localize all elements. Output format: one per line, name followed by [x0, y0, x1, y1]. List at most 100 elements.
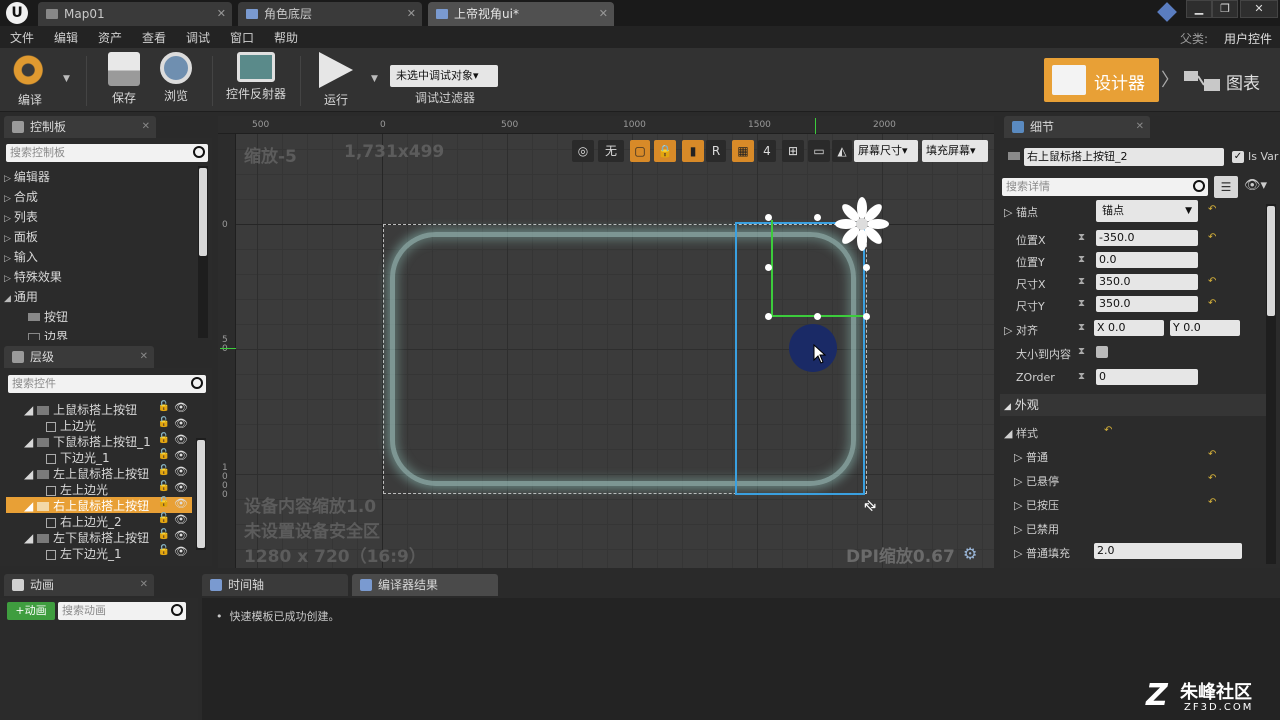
lock-icon[interactable]: 🔓: [158, 481, 170, 492]
widget-name-field[interactable]: 右上鼠标搭上按钮_2: [1024, 148, 1224, 166]
size-to-content-checkbox[interactable]: [1096, 346, 1108, 358]
hierarchy-row[interactable]: 上边光 🔓 👁: [6, 417, 192, 433]
resize-handle[interactable]: [765, 214, 772, 221]
hovered-row-label[interactable]: ▷ 已悬停: [1014, 473, 1059, 489]
compile-options-chevron-icon[interactable]: ▼: [63, 74, 70, 84]
palette-scrollbar[interactable]: [198, 166, 208, 338]
globe-icon[interactable]: ◎: [572, 140, 594, 162]
alignment-x-field[interactable]: X 0.0: [1094, 320, 1164, 336]
hierarchy-row[interactable]: 左上边光 🔓 👁: [6, 481, 192, 497]
palette-scrollbar-thumb[interactable]: [199, 168, 207, 256]
pressed-row-label[interactable]: ▷ 已按压: [1014, 497, 1059, 513]
anchors-dropdown[interactable]: 锚点 ▼: [1096, 200, 1198, 222]
resize-handle[interactable]: [765, 313, 772, 320]
add-animation-button[interactable]: +动画: [7, 602, 55, 620]
flip-icon[interactable]: ◭: [832, 140, 852, 162]
anchor-flower-icon[interactable]: [830, 192, 894, 256]
compile-button[interactable]: 编译: [8, 52, 52, 108]
close-icon[interactable]: ✕: [407, 2, 416, 26]
hierarchy-row[interactable]: 左下边光_1 🔓 👁: [6, 545, 192, 561]
reset-to-default-icon[interactable]: ↶: [1104, 425, 1112, 436]
dpi-settings-gear-icon[interactable]: ⚙: [963, 544, 977, 563]
palette-item-border[interactable]: 边界: [28, 328, 68, 340]
refresh-r-button[interactable]: R: [706, 140, 726, 162]
tab-timeline[interactable]: 时间轴: [202, 574, 348, 596]
close-icon[interactable]: ✕: [1136, 116, 1144, 138]
fill-screen-dropdown[interactable]: 填充屏幕▾: [922, 140, 988, 162]
menu-file[interactable]: 文件: [10, 29, 34, 46]
binding-icon[interactable]: ⧗: [1078, 298, 1085, 309]
menu-view[interactable]: 查看: [142, 29, 166, 46]
run-options-chevron-icon[interactable]: ▼: [371, 74, 378, 84]
tab-compiler-results[interactable]: 编译器结果: [352, 574, 498, 596]
tab-character-base[interactable]: 角色底层 ✕: [238, 2, 422, 26]
hierarchy-row-selected[interactable]: ◢ 右上鼠标搭上按钮 🔓 👁: [6, 497, 192, 513]
close-icon[interactable]: ✕: [140, 346, 148, 368]
grid-size-button[interactable]: 4: [758, 140, 776, 162]
lock-icon[interactable]: 🔓: [158, 465, 170, 476]
eye-icon[interactable]: 👁: [174, 513, 188, 526]
eye-icon[interactable]: 👁: [174, 401, 188, 414]
designer-canvas[interactable]: 500 0 500 1000 1500 2000 0 5 0 1 0 0 0 缩…: [218, 116, 994, 568]
widget-reflector-button[interactable]: 控件反射器: [224, 52, 288, 102]
run-button[interactable]: 运行: [314, 52, 358, 108]
restore-button[interactable]: ❐: [1212, 0, 1238, 18]
resize-handle[interactable]: [814, 214, 821, 221]
source-control-icon[interactable]: [1157, 2, 1177, 22]
eye-icon[interactable]: 👁: [174, 465, 188, 478]
alignment-y-field[interactable]: Y 0.0: [1170, 320, 1240, 336]
lock-icon[interactable]: 🔓: [158, 433, 170, 444]
palette-category-special-effects[interactable]: ▷ 特殊效果: [4, 268, 62, 285]
reset-to-default-icon[interactable]: ↶: [1208, 204, 1216, 215]
hierarchy-search-input[interactable]: 搜索控件: [8, 375, 206, 393]
menu-edit[interactable]: 编辑: [54, 29, 78, 46]
image-preview-icon[interactable]: ▭: [808, 140, 830, 162]
menu-debug[interactable]: 调试: [186, 29, 210, 46]
disabled-row-label[interactable]: ▷ 已禁用: [1014, 521, 1059, 537]
reset-to-default-icon[interactable]: ↶: [1208, 473, 1216, 484]
palette-category-list[interactable]: ▷ 列表: [4, 208, 38, 225]
resize-handle[interactable]: [814, 313, 821, 320]
binding-icon[interactable]: ⧗: [1078, 276, 1085, 287]
is-variable-checkbox[interactable]: ✓: [1232, 151, 1244, 163]
close-icon[interactable]: ✕: [142, 116, 150, 138]
eye-icon[interactable]: 👁: [174, 529, 188, 542]
resize-handle[interactable]: [863, 264, 870, 271]
hierarchy-row[interactable]: ◢ 左上鼠标搭上按钮 🔓 👁: [6, 465, 192, 481]
menu-help[interactable]: 帮助: [274, 29, 298, 46]
hierarchy-row[interactable]: ◢ 下鼠标搭上按钮_1 🔓 👁: [6, 433, 192, 449]
minimize-button[interactable]: ▁: [1186, 0, 1212, 18]
resize-handle[interactable]: [863, 313, 870, 320]
designer-mode-button[interactable]: 设计器: [1044, 58, 1159, 102]
eye-icon[interactable]: 👁: [174, 497, 188, 510]
alignment-row-label[interactable]: ▷ 对齐: [1004, 322, 1038, 338]
appearance-category[interactable]: ◢ 外观: [1000, 394, 1266, 416]
hierarchy-row[interactable]: ◢ 左下鼠标搭上按钮 🔓 👁: [6, 529, 192, 545]
position-x-field[interactable]: -350.0: [1096, 230, 1198, 246]
reset-to-default-icon[interactable]: ↶: [1208, 232, 1216, 243]
hierarchy-scrollbar-thumb[interactable]: [197, 440, 205, 548]
menu-window[interactable]: 窗口: [230, 29, 254, 46]
tab-animations[interactable]: 动画 ✕: [4, 574, 154, 596]
eye-icon[interactable]: 👁: [174, 545, 188, 558]
normal-padding-field[interactable]: 2.0: [1094, 543, 1242, 559]
lock-icon[interactable]: 🔒: [654, 140, 676, 162]
lock-icon[interactable]: 🔓: [158, 417, 170, 428]
details-scrollbar-thumb[interactable]: [1267, 206, 1275, 316]
binding-icon[interactable]: ⧗: [1078, 232, 1085, 243]
animation-search-input[interactable]: 搜索动画: [58, 602, 186, 620]
close-icon[interactable]: ✕: [217, 2, 226, 26]
reset-to-default-icon[interactable]: ↶: [1208, 276, 1216, 287]
tab-palette[interactable]: 控制板 ✕: [4, 116, 156, 138]
lock-icon[interactable]: 🔓: [158, 497, 170, 508]
style-row-label[interactable]: ◢ 样式: [1004, 425, 1038, 441]
save-button[interactable]: 保存: [104, 52, 144, 106]
localization-none-button[interactable]: 无: [598, 140, 624, 162]
hierarchy-scrollbar[interactable]: [196, 438, 206, 550]
eye-icon[interactable]: 👁: [174, 417, 188, 430]
eye-icon[interactable]: 👁: [174, 433, 188, 446]
visibility-filter-eye-icon[interactable]: 👁▾: [1244, 178, 1267, 193]
unreal-logo-icon[interactable]: U: [6, 2, 28, 24]
palette-category-common[interactable]: ◢ 通用: [4, 288, 38, 305]
screen-size-dropdown[interactable]: 屏幕尺寸▾: [854, 140, 918, 162]
